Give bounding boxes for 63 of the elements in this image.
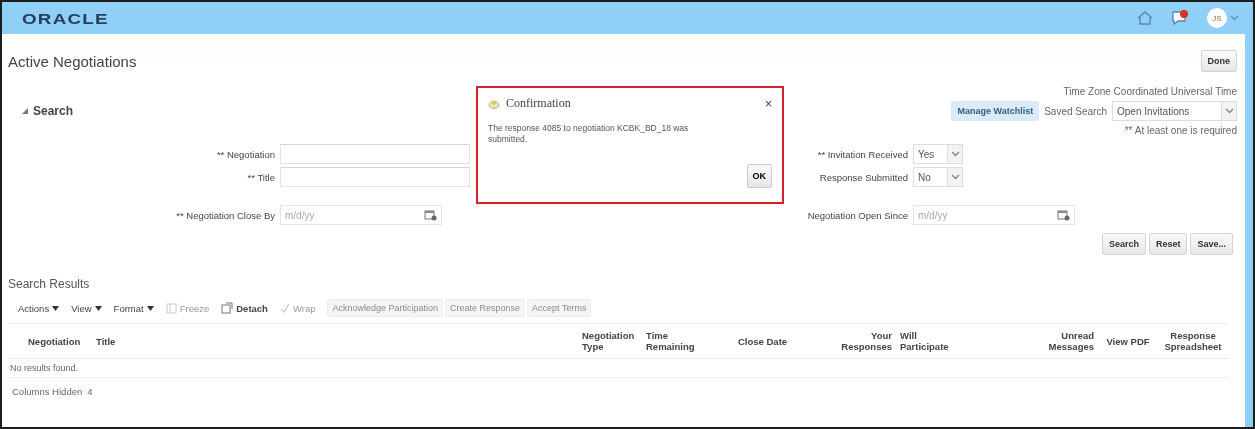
section-heading: Search xyxy=(33,104,74,118)
columns-hidden-count: 4 xyxy=(87,386,93,397)
close-icon[interactable]: × xyxy=(765,96,772,111)
dropdown-arrow-icon xyxy=(94,305,102,311)
section-title: Search Results xyxy=(8,277,91,291)
chevron-icon xyxy=(1224,108,1234,114)
calendar-icon[interactable] xyxy=(424,209,437,221)
column-header[interactable]: Your Responses xyxy=(830,330,892,352)
dropdown[interactable]: No xyxy=(913,167,963,187)
done-button[interactable]: Done xyxy=(1200,50,1237,72)
saved-search-dropdown[interactable]: Open Invitations xyxy=(1112,101,1237,121)
ok-button[interactable]: OK xyxy=(746,164,772,188)
column-header[interactable]: Response Spreadsheet xyxy=(1162,330,1224,352)
chevron-icon xyxy=(950,174,960,180)
logo: ORACLE xyxy=(22,9,109,27)
menu-button[interactable]: Actions xyxy=(18,302,60,314)
column-header[interactable]: Unread Messages xyxy=(1030,330,1094,352)
detach-icon xyxy=(221,302,234,314)
time-zone-text: Time Zone Coordinated Universal Time xyxy=(1063,86,1237,97)
menu-button[interactable]: View xyxy=(71,302,102,314)
search-action-button[interactable]: Save... xyxy=(1190,233,1233,255)
collapse-icon[interactable] xyxy=(22,107,29,115)
field-label: ** Title xyxy=(247,171,275,183)
menu-button[interactable]: Format xyxy=(113,302,154,314)
date-field[interactable]: m/d/yy xyxy=(280,205,442,225)
empty-message: No results found. xyxy=(10,363,79,373)
manage-watchlist-button[interactable]: Manage Watchlist xyxy=(951,101,1040,121)
column-header[interactable]: Time Remaining xyxy=(646,330,710,352)
columns-hidden-label: Columns Hidden xyxy=(12,386,83,397)
toolbar-button[interactable]: Detach xyxy=(221,302,268,314)
chevron-icon xyxy=(950,151,960,157)
freeze-icon xyxy=(165,302,177,314)
column-header[interactable]: Title xyxy=(96,335,116,347)
checkmark-icon xyxy=(279,303,290,313)
search-action-button[interactable]: Reset xyxy=(1148,233,1188,255)
dropdown[interactable]: Yes xyxy=(913,144,963,164)
dialog-message: The response 4085 to negotiation KCBK_BD_18 was submitted. xyxy=(488,123,690,145)
column-header[interactable]: View PDF xyxy=(1106,335,1150,347)
dropdown-arrow-icon xyxy=(146,305,154,311)
column-header[interactable]: Negotiation Type xyxy=(582,330,638,352)
dialog-title: Confirmation xyxy=(506,96,572,111)
column-header[interactable]: Close Date xyxy=(738,335,788,347)
chevron-icon xyxy=(1230,15,1239,21)
date-field[interactable]: m/d/yy xyxy=(913,205,1075,225)
field-label: Response Submitted xyxy=(819,171,908,183)
search-action-button[interactable]: Search xyxy=(1101,233,1146,255)
field-label: Negotiation Open Since xyxy=(807,209,908,221)
home-icon[interactable] xyxy=(1137,11,1153,25)
dropdown-arrow-icon xyxy=(52,305,60,311)
notification-icon[interactable] xyxy=(1171,10,1189,26)
field-label: ** Invitation Received xyxy=(817,148,908,160)
field-label: ** Negotiation xyxy=(216,148,275,160)
field-label: ** Negotiation Close By xyxy=(176,209,275,221)
calendar-icon[interactable] xyxy=(1057,209,1070,221)
user-avatar[interactable]: JS xyxy=(1207,8,1227,28)
field-label: Saved Search xyxy=(1044,105,1107,117)
column-header[interactable]: Will Participate xyxy=(900,330,964,352)
info-icon xyxy=(488,98,500,109)
page-title: Active Negotiations xyxy=(8,52,137,70)
text-field[interactable] xyxy=(280,144,470,164)
column-header[interactable]: Negotiation xyxy=(28,335,81,347)
text-field[interactable] xyxy=(280,167,470,187)
required-note: ** At least one is required xyxy=(1124,125,1237,136)
